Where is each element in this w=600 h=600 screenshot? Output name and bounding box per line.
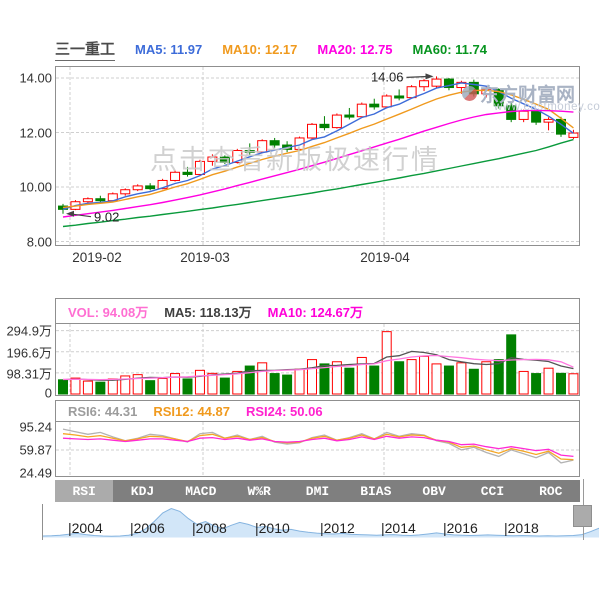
volume-chart: [56, 324, 579, 395]
legend-rsi12: RSI12: 44.87: [153, 404, 230, 419]
x-axis-label: 2019-02: [72, 250, 122, 265]
y-axis-label: 59.87: [19, 443, 52, 458]
x-axis-label: 2019-03: [180, 250, 230, 265]
legend-ma10: MA10: 12.17: [222, 42, 297, 57]
tab-kdj[interactable]: KDJ: [113, 480, 171, 502]
kline-pane[interactable]: 14.06 9.02: [55, 66, 580, 246]
timeline-year-label: |2018: [504, 520, 539, 536]
y-axis-label: 0: [45, 386, 52, 401]
tab-wr[interactable]: W%R: [230, 480, 288, 502]
tab-obv[interactable]: OBV: [405, 480, 463, 502]
legend-vol: VOL: 94.08万: [68, 302, 148, 321]
legend-ma60: MA60: 11.74: [413, 42, 487, 57]
volume-legend: VOL: 94.08万 MA5: 118.13万 MA10: 124.67万: [56, 299, 579, 324]
stock-name-link[interactable]: 三一重工: [55, 38, 115, 61]
timeline-slider-handle[interactable]: [573, 505, 592, 527]
tab-bias[interactable]: BIAS: [347, 480, 405, 502]
rsi-legend: RSI6: 44.31 RSI12: 44.87 RSI24: 50.06: [56, 401, 579, 422]
timeline-year-label: |2016: [443, 520, 478, 536]
volume-pane: VOL: 94.08万 MA5: 118.13万 MA10: 124.67万: [55, 298, 580, 396]
tab-macd[interactable]: MACD: [172, 480, 230, 502]
legend-ma20: MA20: 12.75: [317, 42, 392, 57]
timeline-year-label: |2014: [381, 520, 416, 536]
y-axis-label: 24.49: [19, 466, 52, 481]
timeline-year-label: |2010: [255, 520, 290, 536]
legend-vol-ma10: MA10: 124.67万: [268, 302, 363, 321]
y-axis-label: 98.31万: [6, 364, 52, 383]
kline-chart: 14.06 9.02: [56, 67, 579, 245]
legend-ma5: MA5: 11.97: [135, 42, 202, 57]
y-axis-label: 294.9万: [6, 321, 52, 340]
timeline-year-label: |2008: [192, 520, 227, 536]
x-axis-label: 2019-04: [360, 250, 410, 265]
indicator-tabs: RSIKDJMACDW%RDMIBIASOBVCCIROC: [55, 480, 580, 502]
legend-vol-ma5: MA5: 118.13万: [164, 302, 251, 321]
timeline-year-label: |2006: [130, 520, 165, 536]
tab-cci[interactable]: CCI: [463, 480, 521, 502]
rsi-pane: RSI6: 44.31 RSI12: 44.87 RSI24: 50.06: [55, 400, 580, 477]
y-axis-label: 8.00: [27, 234, 52, 249]
tab-dmi[interactable]: DMI: [288, 480, 346, 502]
tab-roc[interactable]: ROC: [522, 480, 580, 502]
stock-chart-page: 三一重工 MA5: 11.97 MA10: 12.17 MA20: 12.75 …: [0, 0, 600, 600]
y-axis-label: 12.00: [19, 125, 52, 140]
legend-rsi6: RSI6: 44.31: [68, 404, 137, 419]
kline-legend: 三一重工 MA5: 11.97 MA10: 12.17 MA20: 12.75 …: [55, 38, 487, 61]
legend-rsi24: RSI24: 50.06: [246, 404, 323, 419]
svg-text:9.02: 9.02: [94, 210, 119, 225]
timeline-year-label: |2012: [320, 520, 355, 536]
y-axis-label: 95.24: [19, 420, 52, 435]
y-axis-label: 14.00: [19, 71, 52, 86]
y-axis-label: 196.6万: [6, 342, 52, 361]
y-axis-label: 10.00: [19, 180, 52, 195]
svg-text:14.06: 14.06: [371, 69, 404, 84]
rsi-chart: [56, 422, 579, 476]
tab-rsi[interactable]: RSI: [55, 480, 113, 502]
timeline-year-label: |2004: [68, 520, 103, 536]
